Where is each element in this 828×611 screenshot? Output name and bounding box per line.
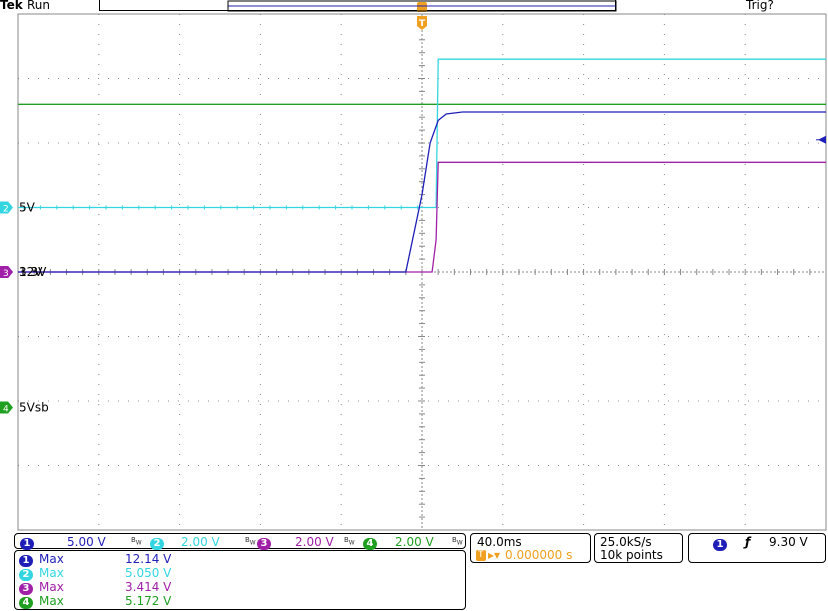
waveform-display[interactable]: 112V25V33.3V45Vsb T bbox=[0, 0, 828, 611]
trigger-panel[interactable]: 1 ƒ 9.30 V bbox=[688, 533, 826, 563]
meas1-label: Max bbox=[39, 552, 64, 566]
channel-scale-panel: 1 5.00 V BW 2 2.00 V BW 3 2.00 V BW 4 2.… bbox=[14, 533, 466, 550]
ch1-bandwidth-icon: BW bbox=[131, 536, 142, 547]
ch4-marker-label: 5Vsb bbox=[19, 400, 49, 414]
ch4-marker-number: 4 bbox=[3, 404, 9, 414]
ch3-bandwidth-icon: BW bbox=[344, 536, 355, 547]
meas2-label: Max bbox=[39, 566, 64, 580]
acquisition-panel[interactable]: 25.0kS/s 10k points bbox=[594, 533, 683, 563]
ch3-badge[interactable]: 3 bbox=[257, 538, 271, 550]
meas3-label: Max bbox=[39, 580, 64, 594]
trace-ch2 bbox=[18, 58, 826, 209]
timebase-scale: 40.0ms bbox=[477, 535, 522, 549]
sample-rate: 25.0kS/s bbox=[600, 535, 652, 549]
ch2-marker-number: 2 bbox=[3, 205, 9, 215]
ch3-marker-label: 3.3V bbox=[19, 265, 47, 279]
ch1-badge[interactable]: 1 bbox=[20, 538, 34, 550]
trigger-delay-value: 0.000000 s bbox=[505, 548, 573, 562]
meas1-value: 12.14 V bbox=[125, 552, 172, 566]
ch2-bandwidth-icon: BW bbox=[245, 536, 256, 547]
ch2-marker-label: 5V bbox=[19, 201, 36, 215]
trigger-source-badge: 1 bbox=[713, 539, 727, 551]
ch3-marker-number: 3 bbox=[3, 269, 9, 279]
trigger-point-letter: T bbox=[419, 19, 426, 29]
trigger-delay-icon: T bbox=[476, 550, 486, 561]
ch4-badge[interactable]: 4 bbox=[363, 538, 377, 550]
meas4-value: 5.172 V bbox=[125, 594, 172, 608]
delay-arrow-icon: ▸▾ bbox=[488, 548, 501, 562]
meas3-value: 3.414 V bbox=[125, 580, 172, 594]
timebase-panel[interactable]: 40.0ms T ▸▾ 0.000000 s bbox=[470, 533, 591, 563]
ch3-scale[interactable]: 2.00 V bbox=[295, 535, 334, 549]
rising-edge-icon: ƒ bbox=[745, 535, 751, 549]
meas4-label: Max bbox=[39, 594, 64, 608]
ch4-bandwidth-icon: BW bbox=[452, 536, 463, 547]
record-length: 10k points bbox=[600, 548, 663, 562]
ch1-scale[interactable]: 5.00 V bbox=[67, 535, 106, 549]
meas2-value: 5.050 V bbox=[125, 566, 172, 580]
trigger-level: 9.30 V bbox=[769, 535, 808, 549]
ch4-scale[interactable]: 2.00 V bbox=[395, 535, 434, 549]
ch2-scale[interactable]: 2.00 V bbox=[181, 535, 220, 549]
ch2-badge[interactable]: 2 bbox=[150, 538, 164, 550]
measurements-panel[interactable]: 1 Max 12.14 V 2 Max 5.050 V 3 Max 3.414 … bbox=[14, 550, 466, 610]
meas4-ch-badge: 4 bbox=[19, 597, 33, 609]
channel-markers: 112V25V33.3V45Vsb bbox=[0, 135, 826, 414]
